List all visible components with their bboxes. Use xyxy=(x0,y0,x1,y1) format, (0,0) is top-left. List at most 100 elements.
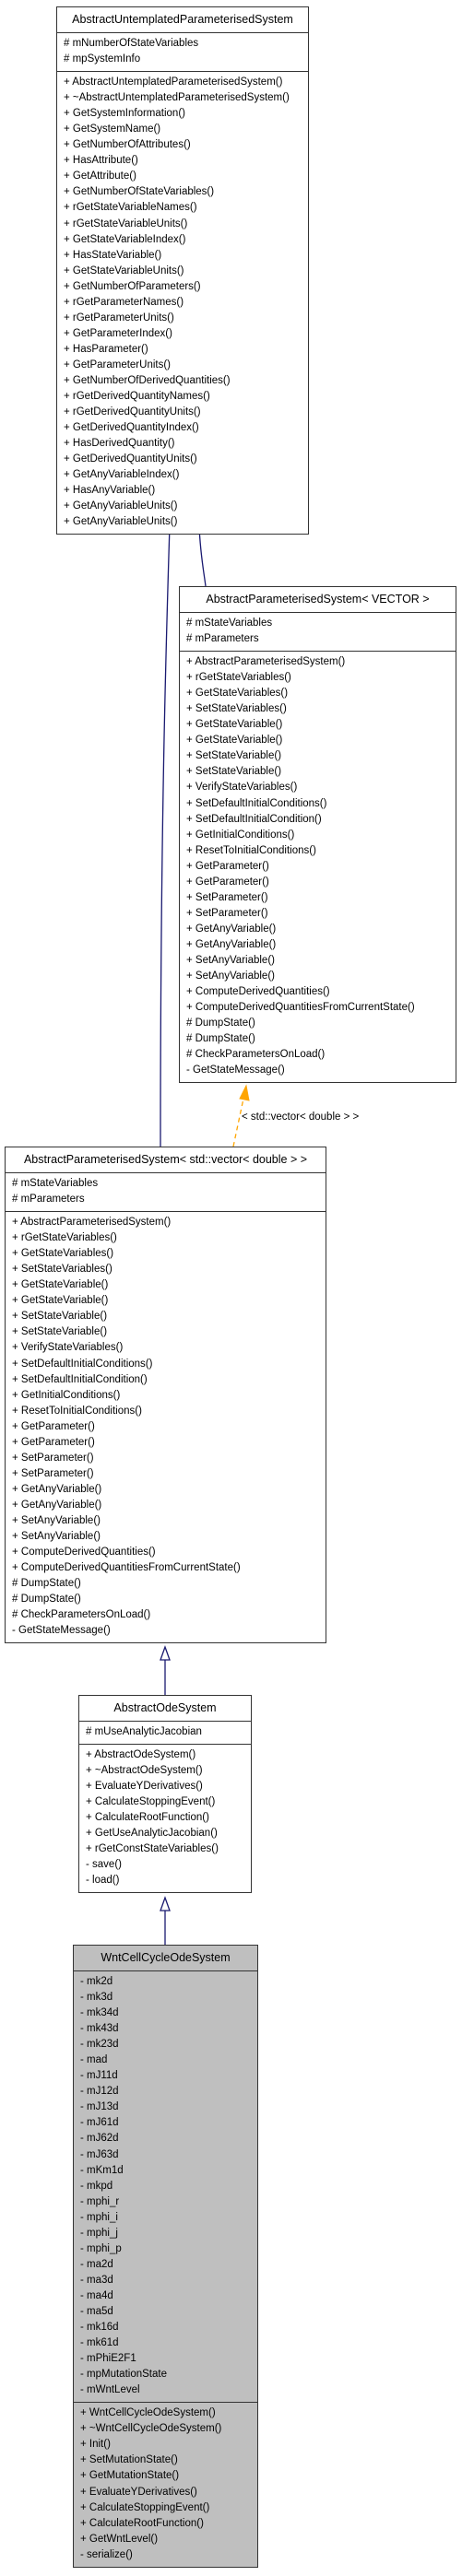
operation-row: + GetAnyVariableIndex() xyxy=(64,469,180,481)
attribute-row: # mParameters xyxy=(12,1194,85,1206)
operation-row: + SetDefaultInitialCondition() xyxy=(186,813,322,825)
operation-row: - GetStateMessage() xyxy=(186,1065,285,1076)
attributes-section: # mStateVariables # mParameters xyxy=(180,613,456,653)
operation-row: + GetStateVariable() xyxy=(186,735,283,747)
operation-row: + GetStateVariables() xyxy=(186,688,289,700)
attribute-row: - mKm1d xyxy=(80,2164,124,2176)
operations-section: + AbstractUntemplatedParameterisedSystem… xyxy=(57,72,308,534)
operation-row: + GetDerivedQuantityIndex() xyxy=(64,422,199,434)
operation-row: + SetStateVariables() xyxy=(186,703,287,715)
operation-row: + GetAnyVariable() xyxy=(12,1499,102,1511)
operations-section: + AbstractParameterisedSystem() + rGetSta… xyxy=(180,652,456,1082)
operation-row: + GetStateVariableIndex() xyxy=(64,233,186,245)
operation-row: + GetStateVariable() xyxy=(12,1295,109,1307)
operation-row: + rGetStateVariableNames() xyxy=(64,202,197,214)
attribute-row: - ma5d xyxy=(80,2305,113,2317)
operation-row: + SetParameter() xyxy=(186,891,268,903)
attributes-section: # mUseAnalyticJacobian xyxy=(79,1722,251,1746)
attribute-row: - mpMutationState xyxy=(80,2369,167,2381)
operation-row: + SetMutationState() xyxy=(80,2454,178,2466)
operation-row: + HasAnyVariable() xyxy=(64,485,156,497)
operation-row: + ComputeDerivedQuantitiesFromCurrentSta… xyxy=(12,1562,241,1574)
attribute-row: # mStateVariables xyxy=(186,618,273,629)
operation-row: + ResetToInitialConditions() xyxy=(12,1405,142,1417)
operation-row: - save() xyxy=(86,1859,122,1871)
attribute-row: # mpSystemInfo xyxy=(64,53,141,65)
operation-row: + GetSystemName() xyxy=(64,124,161,135)
operation-row: + SetStateVariables() xyxy=(12,1264,113,1276)
class-box-wnt-cell-cycle-ode-system[interactable]: WntCellCycleOdeSystem - mk2d - mk3d - mk34d… xyxy=(73,1945,258,2568)
operation-row: + GetStateVariable() xyxy=(12,1279,109,1291)
operation-row: + GetParameter() xyxy=(186,860,269,872)
operation-row: # DumpState() xyxy=(186,1017,255,1029)
attribute-row: - mJ62d xyxy=(80,2133,119,2145)
class-name: AbstractParameterisedSystem< std::vector… xyxy=(6,1147,326,1173)
operation-row: + AbstractParameterisedSystem() xyxy=(12,1217,172,1229)
operation-row: - load() xyxy=(86,1875,120,1887)
attribute-row: - mk61d xyxy=(80,2337,119,2349)
operation-row: + rGetParameterUnits() xyxy=(64,312,174,323)
operation-row: + HasDerivedQuantity() xyxy=(64,438,175,450)
operation-row: + GetStateVariable() xyxy=(186,719,283,731)
operation-row: + GetAttribute() xyxy=(64,171,136,182)
operation-row: + SetAnyVariable() xyxy=(186,970,275,982)
attribute-row: - ma3d xyxy=(80,2274,113,2286)
operation-row: + CalculateStoppingEvent() xyxy=(80,2501,210,2513)
template-edge-stdvector-to-vector xyxy=(232,1098,244,1147)
operation-row: + ResetToInitialConditions() xyxy=(186,844,316,856)
operation-row: + GetNumberOfDerivedQuantities() xyxy=(64,374,231,386)
operation-row: + GetAnyVariableUnits() xyxy=(64,500,178,512)
operation-row: + HasAttribute() xyxy=(64,155,138,167)
operation-row: - GetStateMessage() xyxy=(12,1625,111,1637)
attribute-row: - mk3d xyxy=(80,1992,113,2004)
operation-row: + SetDefaultInitialCondition() xyxy=(12,1373,148,1385)
operation-row: + SetParameter() xyxy=(12,1467,94,1479)
attribute-row: # mNumberOfStateVariables xyxy=(64,38,199,49)
attributes-section: # mStateVariables # mParameters xyxy=(6,1173,326,1213)
operation-row: + CalculateRootFunction() xyxy=(80,2517,204,2529)
operation-row: + SetStateVariable() xyxy=(12,1326,108,1338)
operation-row: + GetAnyVariable() xyxy=(186,923,277,935)
class-box-abstract-untemplated-parameterised-system[interactable]: AbstractUntemplatedParameterisedSystem # … xyxy=(56,6,309,535)
operation-row: + GetAnyVariable() xyxy=(186,938,277,950)
attribute-row: - mJ13d xyxy=(80,2101,119,2113)
attribute-row: # mUseAnalyticJacobian xyxy=(86,1726,202,1737)
attribute-row: - mphi_r xyxy=(80,2195,120,2207)
attribute-row: - mk2d xyxy=(80,1976,113,1987)
operation-row: + SetStateVariable() xyxy=(186,750,282,762)
operation-row: + SetDefaultInitialConditions() xyxy=(186,797,327,809)
operation-row: + GetNumberOfParameters() xyxy=(64,280,201,292)
operation-row: + CalculateRootFunction() xyxy=(86,1812,209,1824)
operation-row: + rGetParameterNames() xyxy=(64,296,184,308)
attribute-row: - mJ12d xyxy=(80,2086,119,2098)
operation-row: + GetParameter() xyxy=(12,1436,95,1448)
operation-row: + SetParameter() xyxy=(12,1452,94,1464)
operation-row: # CheckParametersOnLoad() xyxy=(186,1049,326,1061)
operation-row: - serialize() xyxy=(80,2548,133,2560)
class-box-abstract-parameterised-system-vector[interactable]: AbstractParameterisedSystem< VECTOR > # m… xyxy=(179,586,456,1084)
operation-row: + WntCellCycleOdeSystem() xyxy=(80,2407,216,2419)
attribute-row: - ma2d xyxy=(80,2258,113,2270)
operation-row: + SetParameter() xyxy=(186,907,268,919)
operation-row: + GetSystemInformation() xyxy=(64,108,185,120)
operation-row: + GetUseAnalyticJacobian() xyxy=(86,1828,218,1840)
operation-row: # DumpState() xyxy=(12,1578,81,1590)
operation-row: + GetParameter() xyxy=(12,1420,95,1432)
operation-row: + SetAnyVariable() xyxy=(12,1514,101,1526)
attribute-row: - mk23d xyxy=(80,2039,119,2051)
class-box-abstract-parameterised-system-std-vector[interactable]: AbstractParameterisedSystem< std::vector… xyxy=(5,1147,326,1644)
attribute-row: - mphi_i xyxy=(80,2211,118,2223)
operation-row: + SetDefaultInitialConditions() xyxy=(12,1358,153,1370)
operation-row: + ~WntCellCycleOdeSystem() xyxy=(80,2423,222,2435)
operation-row: + ~AbstractOdeSystem() xyxy=(86,1765,203,1777)
operation-row: + VerifyStateVariables() xyxy=(12,1342,124,1354)
class-box-abstract-ode-system[interactable]: AbstractOdeSystem # mUseAnalyticJacobian +… xyxy=(78,1695,252,1894)
operation-row: # CheckParametersOnLoad() xyxy=(12,1609,151,1621)
operation-row: + rGetDerivedQuantityUnits() xyxy=(64,406,201,418)
inheritance-arrowhead-icon xyxy=(160,1645,171,1661)
operation-row: + ComputeDerivedQuantities() xyxy=(12,1547,156,1559)
operations-section: + AbstractOdeSystem() + ~AbstractOdeSyste… xyxy=(79,1745,251,1892)
operation-row: + HasStateVariable() xyxy=(64,249,162,261)
operation-row: # DumpState() xyxy=(12,1594,81,1606)
operation-row: + GetNumberOfAttributes() xyxy=(64,139,191,151)
